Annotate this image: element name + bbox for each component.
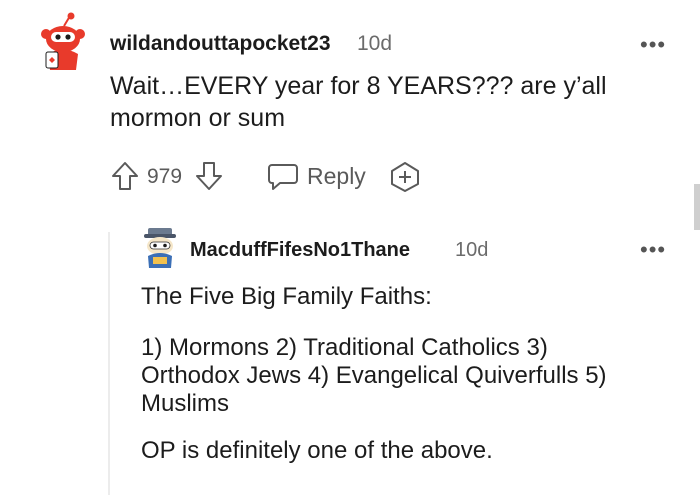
reply-paragraph: 1) Mormons 2) Traditional Catholics 3) O… [141, 332, 607, 419]
downvote-icon[interactable] [194, 160, 224, 192]
reply-paragraph: The Five Big Family Faiths: [141, 283, 432, 310]
reply-button[interactable]: Reply [307, 163, 366, 190]
more-options-icon[interactable]: ••• [640, 34, 666, 56]
comment-username[interactable]: wildandouttapocket23 [110, 32, 331, 56]
scrollbar-thumb[interactable] [694, 184, 700, 230]
thread-line[interactable] [108, 232, 110, 495]
reply-paragraph: OP is definitely one of the above. [141, 437, 493, 464]
comment-timestamp: 10d [357, 32, 393, 55]
reply-paragraph-line: 1) Mormons 2) Traditional Catholics 3) [141, 334, 548, 361]
reply-username[interactable]: MacduffFifesNo1Thane [190, 239, 410, 262]
reply-body: The Five Big Family Faiths: 1) Mormons 2… [141, 281, 607, 466]
user-avatar-icon[interactable] [34, 12, 90, 70]
vote-count: 979 [147, 165, 183, 188]
reply-paragraph-line: Orthodox Jews 4) Evangelical Quiverfulls… [141, 362, 607, 389]
reply-icon[interactable] [266, 160, 300, 192]
upvote-icon[interactable] [110, 160, 140, 192]
award-icon[interactable] [388, 160, 422, 194]
comment-body-line: Wait…EVERY year for 8 YEARS??? are y’all [110, 72, 607, 100]
user-avatar-icon[interactable] [140, 226, 180, 270]
comment-body-line: mormon or sum [110, 104, 286, 132]
comment-body: Wait…EVERY year for 8 YEARS??? are y’all… [110, 70, 607, 134]
reply-timestamp: 10d [455, 239, 489, 261]
more-options-icon[interactable]: ••• [640, 239, 666, 261]
reply-paragraph-line: Muslims [141, 390, 229, 417]
